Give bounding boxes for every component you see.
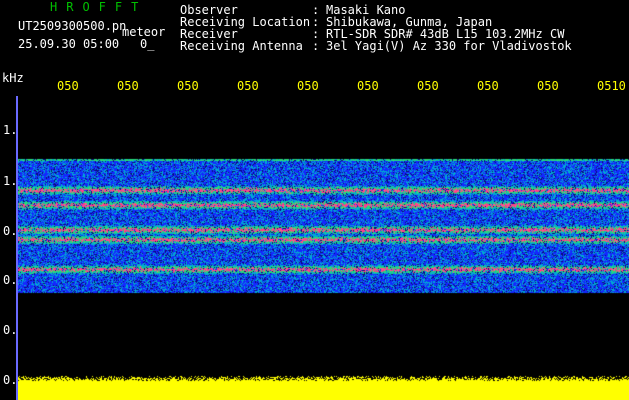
freq-unit-label: kHz [2, 71, 24, 85]
time-tick: 050 [537, 79, 559, 93]
file-name: UT2509300500.pn [18, 19, 127, 33]
time-tick: 0510 [597, 79, 626, 93]
spectrogram-canvas [18, 98, 629, 400]
spectrogram-area [18, 98, 629, 400]
time-tick: 050 [417, 79, 439, 93]
meteor-count: 0_ [140, 37, 155, 51]
time-tick: 050 [357, 79, 379, 93]
time-tick: 050 [297, 79, 319, 93]
time-tick: 050 [57, 79, 79, 93]
app-logo: HROFFT [50, 0, 148, 14]
time-tick: 050 [237, 79, 259, 93]
info-separator: : [312, 39, 320, 53]
timestamp: 25.09.30 05:00 [18, 37, 120, 51]
time-tick: 050 [477, 79, 499, 93]
time-tick: 050 [177, 79, 199, 93]
antenna-label: Receiving Antenna [180, 39, 303, 53]
antenna-value: 3el Yagi(V) Az 330 for Vladivostok [326, 39, 572, 53]
time-tick: 050 [117, 79, 139, 93]
